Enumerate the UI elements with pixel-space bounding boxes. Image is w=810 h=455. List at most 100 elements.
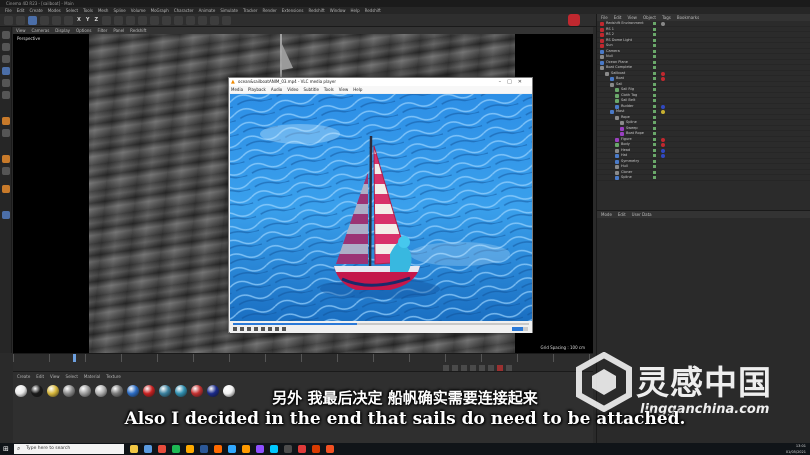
viewport-menu-display[interactable]: Display	[55, 27, 70, 34]
vlc-playlist-icon[interactable]	[268, 327, 272, 331]
taskbar-app-icon[interactable]	[172, 445, 180, 453]
light-icon[interactable]	[222, 15, 232, 25]
object-tag-icon[interactable]	[661, 148, 665, 153]
make-editable-icon[interactable]	[2, 31, 10, 39]
previous-key-icon[interactable]	[452, 364, 458, 371]
visibility-check-icon[interactable]	[653, 93, 656, 97]
record-icon[interactable]	[497, 364, 503, 371]
menu-tracker[interactable]: Tracker	[243, 7, 257, 14]
taskbar-app-icon[interactable]	[284, 445, 292, 453]
object-tag-icon[interactable]	[661, 143, 665, 147]
visibility-check-icon[interactable]	[653, 137, 656, 141]
menu-spline[interactable]: Spline	[113, 7, 125, 14]
object-tag-icon[interactable]	[661, 22, 665, 26]
vlc-menu-subtitle[interactable]: Subtitle	[303, 86, 318, 93]
object-tag-icon[interactable]	[661, 110, 665, 114]
object-menu-object[interactable]: Object	[643, 14, 656, 21]
vlc-volume-slider[interactable]	[512, 327, 528, 331]
snap-icon[interactable]	[2, 155, 10, 163]
menu-extensions[interactable]: Extensions	[282, 7, 304, 14]
render-view-icon[interactable]	[114, 15, 124, 25]
points-mode-icon[interactable]	[2, 67, 10, 75]
visibility-check-icon[interactable]	[653, 49, 656, 53]
tweak-icon[interactable]	[2, 129, 10, 137]
undo-icon[interactable]	[4, 15, 13, 25]
attribute-menu-mode[interactable]: Mode	[601, 211, 612, 218]
vlc-fullscreen-icon[interactable]	[261, 327, 265, 331]
redo-icon[interactable]	[16, 15, 25, 25]
axis-y-toggle[interactable]: Y	[85, 17, 91, 23]
visibility-check-icon[interactable]	[653, 27, 656, 31]
visibility-check-icon[interactable]	[653, 99, 656, 102]
timeline[interactable]	[13, 353, 593, 371]
visibility-check-icon[interactable]	[653, 154, 656, 157]
pen-icon[interactable]	[150, 15, 160, 25]
material-menu-material[interactable]: Material	[84, 374, 100, 379]
taskbar-app-icon[interactable]	[186, 445, 194, 453]
visibility-check-icon[interactable]	[653, 104, 656, 108]
next-key-icon[interactable]	[479, 364, 485, 371]
vlc-loop-icon[interactable]	[275, 327, 279, 331]
vlc-menu-audio[interactable]: Audio	[271, 86, 282, 93]
menu-file[interactable]: File	[5, 7, 12, 14]
workplane-icon[interactable]	[2, 167, 10, 175]
object-tag-icon[interactable]	[661, 104, 665, 109]
go-to-start-icon[interactable]	[443, 364, 449, 371]
taskbar-app-icon[interactable]	[214, 445, 222, 453]
vlc-player-window[interactable]: ▲ ocean&sailboatANIM_03.mp4 - VLC media …	[228, 77, 533, 333]
menu-animate[interactable]: Animate	[199, 7, 216, 14]
menu-character[interactable]: Character	[174, 7, 194, 14]
taskbar-app-icon[interactable]	[130, 445, 138, 453]
move-tool-icon[interactable]	[40, 15, 49, 25]
material-menu-select[interactable]: Select	[66, 374, 78, 379]
vlc-menu-video[interactable]: Video	[287, 86, 298, 93]
viewport-menu-panel[interactable]: Panel	[113, 27, 124, 34]
floor-icon[interactable]	[198, 15, 208, 25]
visibility-check-icon[interactable]	[653, 126, 656, 130]
viewport-menu-filter[interactable]: Filter	[97, 27, 107, 34]
visibility-check-icon[interactable]	[653, 148, 656, 152]
rotate-tool-icon[interactable]	[64, 15, 73, 25]
attribute-menu-edit[interactable]: Edit	[618, 211, 626, 218]
object-menu-view[interactable]: View	[627, 14, 637, 21]
vlc-seek-bar[interactable]	[233, 323, 529, 325]
visibility-check-icon[interactable]	[653, 71, 656, 75]
edges-mode-icon[interactable]	[2, 79, 10, 87]
menu-redshift[interactable]: Redshift	[308, 7, 324, 14]
visibility-check-icon[interactable]	[653, 132, 656, 135]
texture-mode-icon[interactable]	[2, 55, 10, 63]
windows-start-icon[interactable]: ⊞	[3, 445, 11, 453]
visibility-check-icon[interactable]	[653, 110, 656, 113]
solo-icon[interactable]	[2, 211, 10, 219]
object-row[interactable]: Spline	[597, 175, 810, 181]
vlc-menu-media[interactable]: Media	[231, 86, 243, 93]
taskbar-app-icon[interactable]	[144, 445, 152, 453]
visibility-check-icon[interactable]	[653, 88, 656, 91]
menu-select[interactable]: Select	[66, 7, 78, 14]
viewport-menu-cameras[interactable]: Cameras	[32, 27, 50, 34]
visibility-check-icon[interactable]	[653, 143, 656, 146]
visibility-check-icon[interactable]	[653, 55, 656, 58]
visibility-check-icon[interactable]	[653, 33, 656, 36]
play-icon[interactable]	[470, 364, 476, 371]
menu-edit[interactable]: Edit	[17, 7, 25, 14]
vlc-menu-view[interactable]: View	[339, 86, 349, 93]
model-mode-icon[interactable]	[2, 43, 10, 51]
visibility-check-icon[interactable]	[653, 176, 656, 179]
menu-window[interactable]: Window	[330, 7, 346, 14]
object-menu-bookmarks[interactable]: Bookmarks	[677, 14, 699, 21]
autokey-icon[interactable]	[506, 364, 512, 371]
axis-x-toggle[interactable]: X	[76, 17, 82, 23]
cube-icon[interactable]	[138, 15, 148, 25]
menu-modes[interactable]: Modes	[48, 7, 61, 14]
visibility-check-icon[interactable]	[653, 60, 656, 64]
visibility-check-icon[interactable]	[653, 66, 656, 69]
render-settings-icon[interactable]	[126, 15, 136, 25]
play-backward-icon[interactable]	[461, 364, 467, 371]
camera-icon[interactable]	[210, 15, 220, 25]
menu-render[interactable]: Render	[262, 7, 276, 14]
cloner-icon[interactable]	[174, 15, 184, 25]
polygons-mode-icon[interactable]	[2, 91, 10, 99]
vlc-titlebar[interactable]: ▲ ocean&sailboatANIM_03.mp4 - VLC media …	[229, 78, 532, 86]
visibility-check-icon[interactable]	[653, 22, 656, 25]
